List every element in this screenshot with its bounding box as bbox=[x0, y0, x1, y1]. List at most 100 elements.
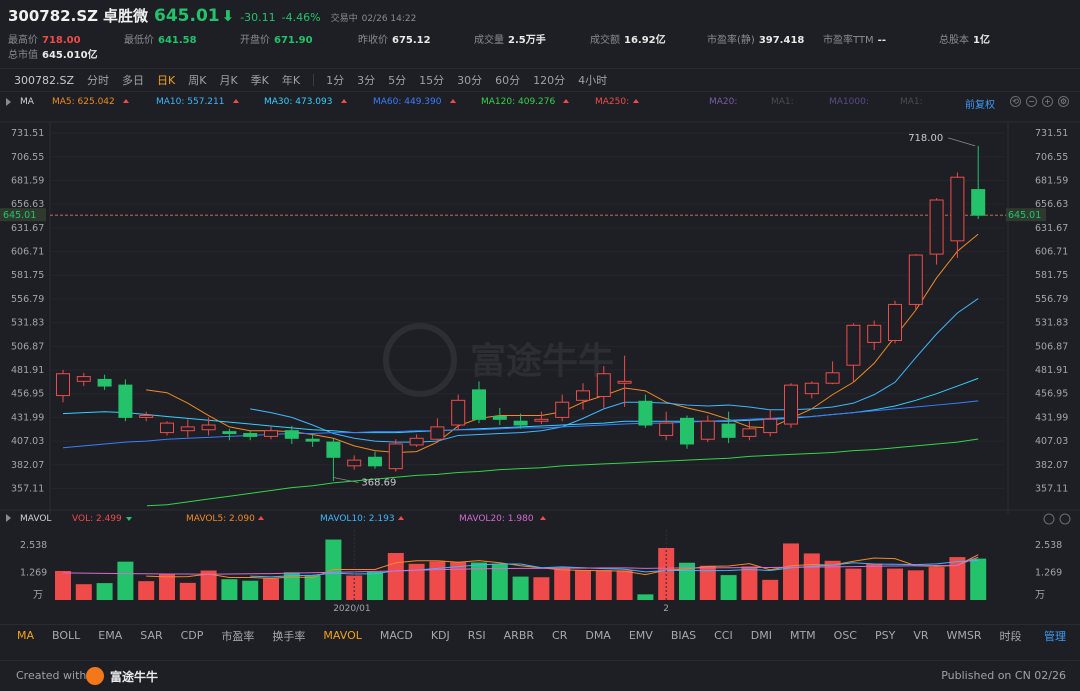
volume-bar[interactable] bbox=[117, 562, 133, 600]
candle[interactable] bbox=[785, 385, 798, 424]
candle[interactable] bbox=[202, 425, 215, 430]
volume-bar[interactable] bbox=[617, 570, 633, 600]
volume-bar[interactable] bbox=[429, 561, 445, 600]
volume-bar[interactable] bbox=[221, 579, 237, 600]
candle[interactable] bbox=[161, 423, 174, 432]
candle[interactable] bbox=[909, 255, 922, 304]
indicator-tab[interactable]: PSY bbox=[875, 629, 895, 642]
period-tab[interactable]: 多日 bbox=[122, 72, 144, 88]
candle[interactable] bbox=[972, 190, 985, 216]
candle[interactable] bbox=[348, 460, 361, 466]
candle[interactable] bbox=[618, 381, 631, 383]
period-tab[interactable]: 日K bbox=[157, 72, 175, 88]
candle[interactable] bbox=[556, 402, 569, 417]
volume-bar[interactable] bbox=[762, 580, 778, 600]
volume-bar[interactable] bbox=[804, 553, 820, 600]
volume-bar[interactable] bbox=[783, 543, 799, 600]
candle[interactable] bbox=[285, 431, 298, 439]
candle[interactable] bbox=[265, 431, 278, 437]
volume-bar[interactable] bbox=[388, 553, 404, 600]
candle[interactable] bbox=[77, 377, 90, 382]
indicator-tab[interactable]: MTM bbox=[790, 629, 816, 642]
candle[interactable] bbox=[57, 374, 70, 396]
candle[interactable] bbox=[244, 434, 257, 437]
candle[interactable] bbox=[535, 419, 548, 421]
volume-bar[interactable] bbox=[866, 564, 882, 600]
manage-button[interactable]: 管理 bbox=[1044, 628, 1066, 644]
candle[interactable] bbox=[98, 379, 111, 386]
candle[interactable] bbox=[327, 442, 340, 457]
candle[interactable] bbox=[951, 177, 964, 241]
candle[interactable] bbox=[701, 421, 714, 439]
volume-bar[interactable] bbox=[55, 571, 71, 600]
period-tab[interactable]: 分时 bbox=[87, 72, 109, 88]
candle[interactable] bbox=[389, 444, 402, 469]
volume-bar[interactable] bbox=[513, 577, 529, 600]
vol-settings-icon[interactable] bbox=[1060, 514, 1070, 524]
volume-bar[interactable] bbox=[533, 577, 549, 600]
candle[interactable] bbox=[493, 416, 506, 419]
candle[interactable] bbox=[431, 427, 444, 439]
indicator-tab[interactable]: 时段 bbox=[1000, 628, 1022, 644]
indicator-tab[interactable]: ARBR bbox=[504, 629, 534, 642]
period-tab[interactable]: 周K bbox=[188, 72, 206, 88]
candle[interactable] bbox=[805, 383, 818, 393]
indicator-tab[interactable]: EMV bbox=[629, 629, 653, 642]
indicator-tab[interactable]: VR bbox=[913, 629, 928, 642]
period-tab[interactable]: 30分 bbox=[457, 72, 482, 88]
candle[interactable] bbox=[306, 439, 319, 441]
period-tab[interactable]: 年K bbox=[282, 72, 300, 88]
indicator-tab[interactable]: 市盈率 bbox=[221, 628, 254, 644]
indicator-tab[interactable]: BOLL bbox=[52, 629, 80, 642]
indicator-tab[interactable]: CCI bbox=[714, 629, 733, 642]
period-tab[interactable]: 120分 bbox=[533, 72, 565, 88]
volume-bar[interactable] bbox=[159, 574, 175, 600]
period-tab[interactable]: 15分 bbox=[419, 72, 444, 88]
volume-bar[interactable] bbox=[554, 569, 570, 600]
volume-bar[interactable] bbox=[721, 575, 737, 600]
candle[interactable] bbox=[473, 390, 486, 419]
candle[interactable] bbox=[847, 325, 860, 365]
period-tab[interactable]: 60分 bbox=[495, 72, 520, 88]
candle[interactable] bbox=[764, 419, 777, 432]
volume-bar[interactable] bbox=[76, 584, 92, 600]
candle[interactable] bbox=[140, 416, 153, 418]
volume-bar[interactable] bbox=[845, 569, 861, 600]
candle[interactable] bbox=[223, 432, 236, 434]
period-tab[interactable]: 4小时 bbox=[578, 72, 607, 88]
kline-chart[interactable]: 731.51731.51706.55706.55681.59681.59656.… bbox=[0, 92, 1080, 622]
volume-bar[interactable] bbox=[575, 570, 591, 600]
indicator-tab[interactable]: OSC bbox=[834, 629, 857, 642]
indicator-tab[interactable]: DMI bbox=[751, 629, 772, 642]
candle[interactable] bbox=[452, 400, 465, 425]
indicator-tab[interactable]: MA bbox=[17, 629, 34, 642]
vol-eye-icon[interactable] bbox=[6, 514, 11, 522]
volume-bar[interactable] bbox=[887, 569, 903, 600]
candle[interactable] bbox=[639, 401, 652, 425]
volume-bar[interactable] bbox=[180, 583, 196, 600]
volume-bar[interactable] bbox=[929, 567, 945, 600]
candle[interactable] bbox=[660, 423, 673, 435]
indicator-tab[interactable]: KDJ bbox=[431, 629, 450, 642]
period-tab[interactable]: 月K bbox=[219, 72, 237, 88]
indicator-tab[interactable]: EMA bbox=[98, 629, 122, 642]
indicator-tab[interactable]: WMSR bbox=[947, 629, 982, 642]
volume-bar[interactable] bbox=[138, 581, 154, 600]
candle[interactable] bbox=[722, 424, 735, 437]
volume-bar[interactable] bbox=[741, 566, 757, 600]
candle[interactable] bbox=[889, 304, 902, 340]
candle[interactable] bbox=[181, 427, 194, 431]
period-tab[interactable]: 5分 bbox=[388, 72, 406, 88]
volume-bar[interactable] bbox=[596, 570, 612, 600]
indicator-tab[interactable]: 换手率 bbox=[272, 628, 305, 644]
candle[interactable] bbox=[597, 374, 610, 397]
period-tab[interactable]: 季K bbox=[251, 72, 269, 88]
indicator-tab[interactable]: CR bbox=[552, 629, 567, 642]
volume-bar[interactable] bbox=[305, 576, 321, 600]
candle[interactable] bbox=[681, 418, 694, 444]
indicator-tab[interactable]: MACD bbox=[380, 629, 413, 642]
candle[interactable] bbox=[826, 373, 839, 383]
candle[interactable] bbox=[410, 438, 423, 445]
volume-bar[interactable] bbox=[242, 581, 258, 600]
volume-bar[interactable] bbox=[367, 572, 383, 600]
